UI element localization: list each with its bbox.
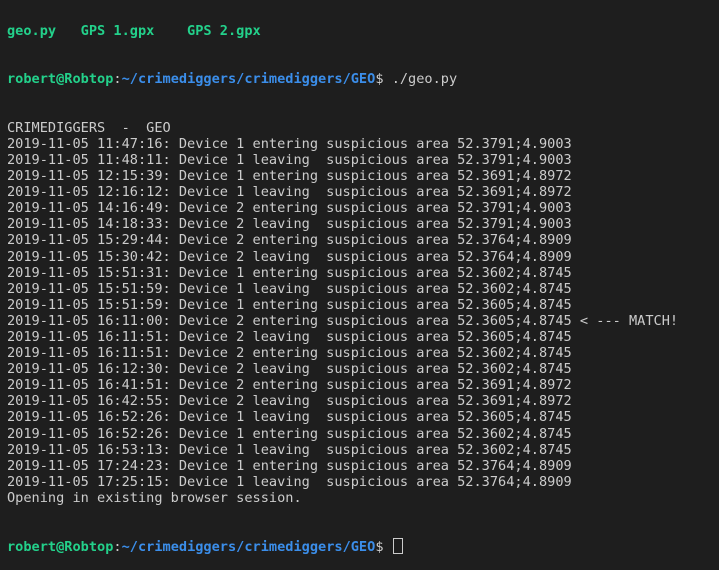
prompt-symbol: $ xyxy=(375,71,392,88)
prompt-colon: : xyxy=(113,539,122,556)
output-line: 2019-11-05 11:48:11: Device 1 leaving su… xyxy=(7,151,572,168)
output-line: CRIMEDIGGERS - GEO xyxy=(7,119,171,136)
output-line: 2019-11-05 14:16:49: Device 2 entering s… xyxy=(7,200,572,217)
prompt-colon: : xyxy=(113,71,122,88)
output-line: 2019-11-05 16:11:51: Device 2 leaving su… xyxy=(7,328,572,345)
output-line: 2019-11-05 16:11:51: Device 2 entering s… xyxy=(7,345,572,362)
output-line: 2019-11-05 11:47:16: Device 1 entering s… xyxy=(7,135,572,152)
output-line: 2019-11-05 15:51:59: Device 1 leaving su… xyxy=(7,280,572,297)
active-prompt-line[interactable]: robert@Robtop:~/crimediggers/crimedigger… xyxy=(7,538,719,556)
prompt-path: ~/crimediggers/crimediggers/GEO xyxy=(121,539,376,556)
output-line: 2019-11-05 16:12:30: Device 2 leaving su… xyxy=(7,361,572,378)
output-line: 2019-11-05 16:52:26: Device 1 leaving su… xyxy=(7,409,572,426)
output-line: 2019-11-05 15:30:42: Device 2 leaving su… xyxy=(7,248,572,265)
output-line: 2019-11-05 15:51:31: Device 1 entering s… xyxy=(7,264,572,281)
command-text: ./geo.py xyxy=(391,71,458,88)
prompt-symbol: $ xyxy=(375,539,392,556)
prompt-user-host: robert@Robtop xyxy=(7,71,114,88)
output-line: 2019-11-05 12:16:12: Device 1 leaving su… xyxy=(7,184,572,201)
output-line: Opening in existing browser session. xyxy=(7,489,302,506)
output-line: 2019-11-05 17:24:23: Device 1 entering s… xyxy=(7,457,572,474)
output-line: 2019-11-05 14:18:33: Device 2 leaving su… xyxy=(7,216,572,233)
previous-output-line: geo.py GPS 1.gpx GPS 2.gpx xyxy=(7,23,261,40)
prompt-user-host: robert@Robtop xyxy=(7,539,114,556)
command-prompt-line: robert@Robtop:~/crimediggers/crimedigger… xyxy=(7,71,719,87)
output-line: 2019-11-05 16:41:51: Device 2 entering s… xyxy=(7,377,572,394)
output-line: 2019-11-05 15:51:59: Device 1 entering s… xyxy=(7,296,572,313)
output-line: 2019-11-05 12:15:39: Device 1 entering s… xyxy=(7,168,572,185)
prompt-path: ~/crimediggers/crimediggers/GEO xyxy=(121,71,376,88)
output-line: 2019-11-05 16:53:13: Device 1 leaving su… xyxy=(7,441,572,458)
command-output: CRIMEDIGGERS - GEO 2019-11-05 11:47:16: D… xyxy=(7,120,719,506)
output-line: 2019-11-05 17:25:15: Device 1 leaving su… xyxy=(7,473,572,490)
output-line: 2019-11-05 16:42:55: Device 2 leaving su… xyxy=(7,393,572,410)
text-cursor[interactable] xyxy=(392,538,403,555)
output-line: 2019-11-05 15:29:44: Device 2 entering s… xyxy=(7,232,572,249)
output-line: 2019-11-05 16:11:00: Device 2 entering s… xyxy=(7,312,679,329)
terminal-window[interactable]: geo.py GPS 1.gpx GPS 2.gpx robert@Robtop… xyxy=(0,0,719,555)
